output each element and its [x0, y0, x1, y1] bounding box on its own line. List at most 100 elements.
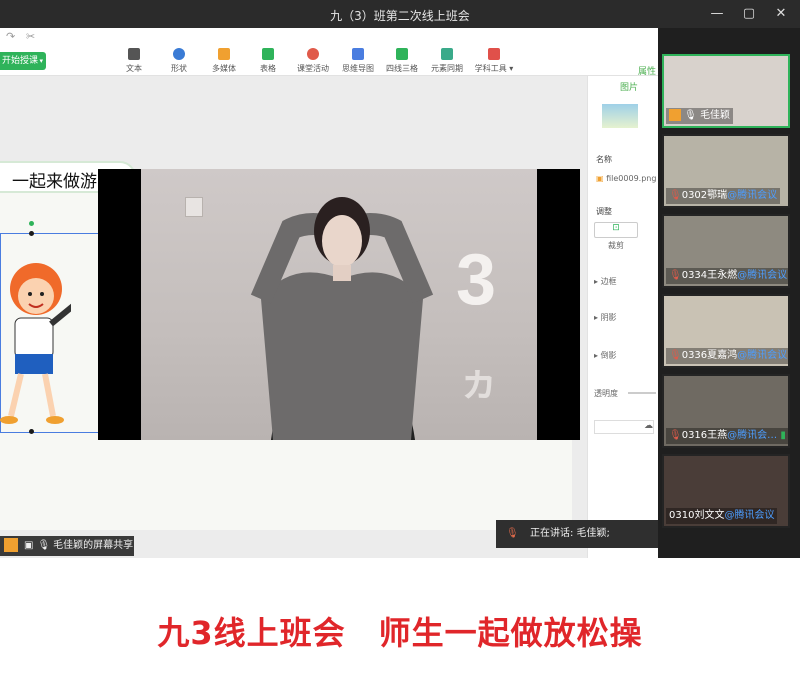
- tool-four-lines[interactable]: 四线三格: [378, 48, 426, 74]
- redo-icon[interactable]: ↷: [6, 30, 15, 43]
- name-text: 0334王永燃: [681, 270, 738, 281]
- ribbon-toolbar: ↷ ✂ 开始授课 ▾ 文本 形状 多媒体 表格 课堂活动 思维导图 四线三格 元…: [0, 28, 658, 76]
- adjust-label: 调整: [596, 207, 612, 216]
- participant-tile[interactable]: 🎙0302鄂瑞@腾讯会议: [662, 134, 790, 208]
- border-label: 边框: [600, 277, 617, 286]
- file-name: ▣ file0009.png: [596, 174, 656, 183]
- opacity-label: 透明度: [594, 389, 618, 398]
- meeting-tag: @腾讯会议: [737, 270, 788, 281]
- participant-name: 🎙 毛佳颖: [666, 108, 734, 124]
- tool-activity[interactable]: 课堂活动: [289, 48, 337, 74]
- rotate-handle[interactable]: [29, 221, 34, 226]
- tool-label: 学科工具 ▾: [474, 64, 514, 73]
- meeting-tag: @腾讯会议: [727, 190, 778, 201]
- slide-canvas: 一起来做游 3 ヵ ▣ 🎙 毛佳颖的屏幕共享: [0, 76, 587, 558]
- table-icon: [262, 48, 274, 60]
- meeting-tag: @腾讯会…: [727, 430, 778, 441]
- tab-image[interactable]: 图片: [620, 80, 638, 93]
- speaking-label: 正在讲话: 毛佳颖;: [530, 528, 610, 539]
- cartoon-kid-image: [0, 263, 71, 424]
- tool-media[interactable]: 多媒体: [200, 48, 248, 74]
- name-text: 0310刘文文: [669, 510, 725, 521]
- tool-label: 元素同期: [431, 64, 463, 73]
- shared-screen-app: ↷ ✂ 开始授课 ▾ 文本 形状 多媒体 表格 课堂活动 思维导图 四线三格 元…: [0, 28, 658, 558]
- participant-name: 0310刘文文@腾讯会议: [666, 508, 778, 524]
- shadow-section[interactable]: ▸ 阴影: [594, 312, 617, 323]
- element-sync-icon: [441, 48, 453, 60]
- video-frame: 3 ヵ: [141, 169, 537, 440]
- participant-name: 🎙0302鄂瑞@腾讯会议: [666, 188, 781, 204]
- mic-off-icon: 🎙: [506, 528, 519, 539]
- tool-element-sync[interactable]: 元素同期: [423, 48, 471, 74]
- screen-share-status: ▣ 🎙 毛佳颖的屏幕共享: [0, 536, 134, 556]
- participant-tile[interactable]: 🎙0336夏嘉鸿@腾讯会议: [662, 294, 790, 368]
- shadow-label: 阴影: [600, 313, 617, 322]
- close-button[interactable]: ✕: [768, 4, 794, 24]
- shape-icon: [173, 48, 185, 60]
- crop-icon[interactable]: ⊡: [594, 222, 638, 238]
- mic-off-icon: 🎙: [669, 190, 682, 201]
- exercise-video[interactable]: 3 ヵ: [98, 169, 580, 440]
- cloud-icon[interactable]: ☁: [594, 420, 654, 434]
- tool-table[interactable]: 表格: [244, 48, 292, 74]
- image-file-icon: ▣: [596, 174, 604, 183]
- tool-label: 表格: [260, 64, 276, 73]
- file-name-text: file0009.png: [606, 174, 657, 183]
- text-icon: [128, 48, 140, 60]
- cut-icon[interactable]: ✂: [26, 30, 35, 43]
- participant-tile[interactable]: 🎙0334王永燃@腾讯会议: [662, 214, 790, 288]
- video-overlay-number: 3: [456, 240, 497, 320]
- meeting-tag: @腾讯会议: [724, 510, 775, 521]
- reflection-section[interactable]: ▸ 倒影: [594, 350, 617, 361]
- name-label: 名称: [596, 155, 612, 164]
- maximize-button[interactable]: ▢: [736, 4, 762, 24]
- name-text: 0302鄂瑞: [681, 190, 728, 201]
- mic-off-icon: 🎙: [669, 430, 682, 441]
- tool-label: 课堂活动: [297, 64, 329, 73]
- start-teaching-button[interactable]: 开始授课 ▾: [0, 52, 46, 70]
- tool-label: 思维导图: [342, 64, 374, 73]
- host-icon: [669, 109, 681, 121]
- window-title: 九（3）班第二次线上班会: [330, 9, 470, 23]
- participant-name: 🎙0316王燕@腾讯会… ▮: [666, 428, 788, 444]
- participant-tile[interactable]: 0310刘文文@腾讯会议: [662, 454, 790, 528]
- tool-subject[interactable]: 学科工具 ▾: [470, 48, 518, 74]
- resize-handle[interactable]: [29, 231, 34, 236]
- reflection-label: 倒影: [600, 351, 617, 360]
- signal-icon: ▮: [780, 430, 786, 441]
- mic-off-icon: 🎙: [669, 350, 682, 361]
- window-titlebar: 九（3）班第二次线上班会 — ▢ ✕: [0, 0, 800, 28]
- screen-share-label: 毛佳颖的屏幕共享: [53, 540, 134, 551]
- tool-text[interactable]: 文本: [110, 48, 158, 74]
- image-thumbnail[interactable]: [602, 104, 638, 128]
- mic-off-icon: 🎙: [669, 270, 682, 281]
- participant-roster: 🎙 毛佳颖 🎙0302鄂瑞@腾讯会议 🎙0334王永燃@腾讯会议 🎙0336夏嘉…: [658, 28, 800, 558]
- start-teaching-label: 开始授课: [2, 56, 39, 66]
- participant-tile[interactable]: 🎙 毛佳颖: [662, 54, 790, 128]
- mindmap-icon: [352, 48, 364, 60]
- chevron-down-icon[interactable]: ▾: [39, 52, 43, 70]
- tab-properties[interactable]: 属性: [638, 64, 656, 77]
- name-text: 0316王燕: [681, 430, 728, 441]
- tool-mindmap[interactable]: 思维导图: [334, 48, 382, 74]
- media-icon: [218, 48, 230, 60]
- tool-label: 四线三格: [386, 64, 418, 73]
- caption-text: 九3线上班会 师生一起做放松操: [157, 614, 643, 652]
- tool-label: 多媒体: [212, 64, 236, 73]
- mic-icon: 🎙: [37, 540, 51, 551]
- crop-label: 裁剪: [608, 241, 624, 250]
- tool-label: 文本: [126, 64, 142, 73]
- tool-shape[interactable]: 形状: [155, 48, 203, 74]
- properties-panel: 属性 图片 名称 ▣ file0009.png 调整 ⊡ 裁剪 ▸ 边框 ▸ 阴…: [587, 67, 658, 558]
- minimize-button[interactable]: —: [704, 4, 730, 24]
- opacity-slider[interactable]: [628, 392, 656, 394]
- tool-label: 形状: [171, 64, 187, 73]
- name-text: 毛佳颖: [700, 110, 731, 121]
- border-section[interactable]: ▸ 边框: [594, 276, 617, 287]
- subject-tools-icon: [488, 48, 500, 60]
- video-overlay-glyph: ヵ: [459, 360, 499, 404]
- caption-band: 九3线上班会 师生一起做放松操: [0, 558, 800, 676]
- participant-name: 🎙0334王永燃@腾讯会议: [666, 268, 788, 284]
- participant-tile[interactable]: 🎙0316王燕@腾讯会… ▮: [662, 374, 790, 448]
- meeting-tag: @腾讯会议: [737, 350, 788, 361]
